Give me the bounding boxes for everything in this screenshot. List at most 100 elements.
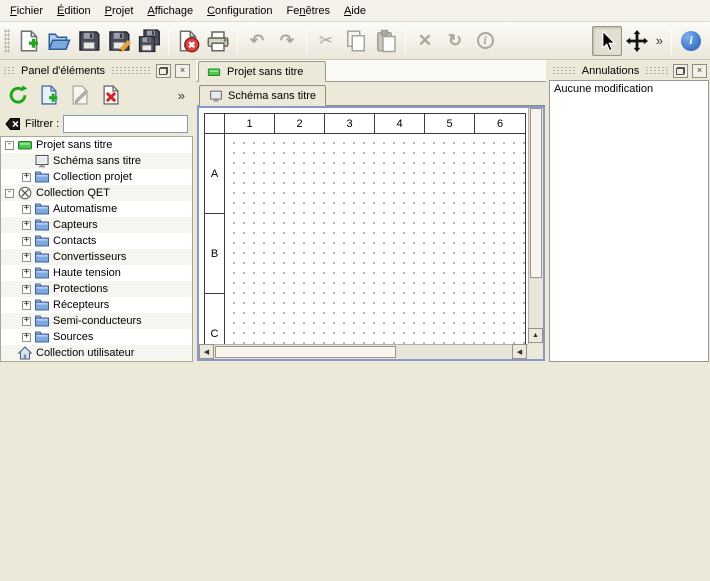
column-label: 2 <box>275 114 325 134</box>
diagram-viewport[interactable]: 1 2 3 4 5 6 A B C D E <box>199 108 528 344</box>
dock-close-button[interactable]: × <box>175 64 190 78</box>
expand-icon[interactable] <box>22 301 31 310</box>
tree-item-automatisme[interactable]: Automatisme <box>1 201 192 217</box>
selection-mode-button[interactable] <box>592 26 622 56</box>
menu-configuration[interactable]: Configuration <box>200 0 279 21</box>
menu-affichage[interactable]: Affichage <box>140 0 200 21</box>
reload-collections-button[interactable] <box>4 82 31 109</box>
filter-row: Filtrer : <box>0 111 193 136</box>
redo-button[interactable]: ↷ <box>272 26 302 56</box>
undo-panel-title: Annulations <box>580 65 642 77</box>
folder-icon <box>34 233 50 249</box>
new-element-button[interactable] <box>35 82 62 109</box>
expand-icon[interactable] <box>22 253 31 262</box>
tree-item-protections[interactable]: Protections <box>1 281 192 297</box>
save-button[interactable] <box>74 26 104 56</box>
toolbar-grip[interactable] <box>4 29 10 53</box>
folder-icon <box>34 169 50 185</box>
diagram-canvas[interactable] <box>225 134 525 344</box>
move-mode-button[interactable] <box>622 26 652 56</box>
tree-item-convertisseurs[interactable]: Convertisseurs <box>1 249 192 265</box>
tree-item-collection-projet[interactable]: Collection projet <box>1 169 192 185</box>
expand-icon[interactable] <box>22 269 31 278</box>
project-icon <box>17 137 33 153</box>
clear-filter-icon[interactable] <box>5 116 21 132</box>
vertical-scrollbar[interactable] <box>528 108 543 344</box>
column-label: 5 <box>425 114 475 134</box>
toolbar-overflow-button[interactable]: » <box>652 33 667 48</box>
open-project-button[interactable] <box>44 26 74 56</box>
collapse-icon[interactable] <box>5 189 14 198</box>
tree-item-semi-conducteurs[interactable]: Semi-conducteurs <box>1 313 192 329</box>
rotate-button[interactable]: ↻ <box>440 26 470 56</box>
tree-item-recepteurs[interactable]: Récepteurs <box>1 297 192 313</box>
undo-history-item[interactable]: Aucune modification <box>550 81 708 97</box>
menu-edition[interactable]: Édition <box>50 0 98 21</box>
dock-float-button[interactable] <box>156 64 171 78</box>
dock-float-button[interactable] <box>673 64 688 78</box>
folder-icon <box>34 217 50 233</box>
dock-grip <box>3 66 15 75</box>
tab-schema-sans-titre[interactable]: Schéma sans titre <box>199 85 326 106</box>
expand-icon[interactable] <box>22 205 31 214</box>
project-tab-bar: Projet sans titre <box>196 60 546 82</box>
expand-icon[interactable] <box>22 173 31 182</box>
tree-item-projet-sans-titre[interactable]: Projet sans titre <box>1 137 192 153</box>
tree-item-contacts[interactable]: Contacts <box>1 233 192 249</box>
tree-item-collection-utilisateur[interactable]: Collection utilisateur <box>1 345 192 361</box>
undo-history-list[interactable]: Aucune modification <box>549 80 709 362</box>
dock-grip <box>645 66 669 75</box>
diagram-view: 1 2 3 4 5 6 A B C D E <box>197 106 545 361</box>
scroll-up-button[interactable]: ▲ <box>528 328 543 343</box>
menu-aide[interactable]: Aide <box>337 0 373 21</box>
print-button[interactable] <box>203 26 233 56</box>
new-project-button[interactable] <box>14 26 44 56</box>
about-button[interactable]: i <box>676 26 706 56</box>
undo-button[interactable]: ↶ <box>242 26 272 56</box>
tree-item-capteurs[interactable]: Capteurs <box>1 217 192 233</box>
close-project-button[interactable] <box>173 26 203 56</box>
menu-projet[interactable]: Projet <box>98 0 141 21</box>
elements-toolbar-overflow-button[interactable]: » <box>174 88 189 103</box>
delete-button[interactable]: ✕ <box>410 26 440 56</box>
elements-panel-titlebar[interactable]: Panel d'éléments × <box>0 62 193 79</box>
undo-panel-titlebar[interactable]: Annulations × <box>549 62 710 79</box>
menu-fichier[interactable]: Fichier <box>3 0 50 21</box>
horizontal-scrollbar[interactable] <box>199 344 528 359</box>
tree-item-schema-sans-titre[interactable]: Schéma sans titre <box>1 153 192 169</box>
folder-icon <box>34 329 50 345</box>
save-all-button[interactable] <box>134 26 164 56</box>
toolbar-separator <box>237 28 238 54</box>
cut-button[interactable]: ✂ <box>311 26 341 56</box>
tree-item-collection-qet[interactable]: Collection QET <box>1 185 192 201</box>
delete-element-button[interactable] <box>97 82 124 109</box>
info-circle-icon: i <box>477 32 494 49</box>
copy-button[interactable] <box>341 26 371 56</box>
vertical-scrollbar-thumb[interactable] <box>530 108 542 278</box>
scroll-left-button-2[interactable]: ◀ <box>512 344 527 359</box>
paste-clipboard-icon <box>374 29 398 53</box>
paste-button[interactable] <box>371 26 401 56</box>
home-icon <box>17 345 33 361</box>
expand-icon[interactable] <box>22 317 31 326</box>
scroll-left-button[interactable]: ◀ <box>199 344 214 359</box>
horizontal-scrollbar-thumb[interactable] <box>215 346 396 358</box>
menu-fenetres[interactable]: Fenêtres <box>280 0 337 21</box>
expand-icon[interactable] <box>22 333 31 342</box>
edit-element-button[interactable] <box>66 82 93 109</box>
filter-input[interactable] <box>63 115 188 133</box>
delete-element-icon <box>100 84 122 106</box>
move-arrows-icon <box>626 30 648 52</box>
expand-icon[interactable] <box>22 221 31 230</box>
element-info-button[interactable]: i <box>470 26 500 56</box>
tab-projet-sans-titre[interactable]: Projet sans titre <box>198 61 326 82</box>
dock-close-button[interactable]: × <box>692 64 707 78</box>
tree-item-sources[interactable]: Sources <box>1 329 192 345</box>
collapse-icon[interactable] <box>5 141 14 150</box>
row-label: A <box>205 134 225 214</box>
expand-icon[interactable] <box>22 237 31 246</box>
elements-tree[interactable]: Projet sans titre Schéma sans titre Coll… <box>0 136 193 362</box>
tree-item-haute-tension[interactable]: Haute tension <box>1 265 192 281</box>
expand-icon[interactable] <box>22 285 31 294</box>
save-as-button[interactable] <box>104 26 134 56</box>
